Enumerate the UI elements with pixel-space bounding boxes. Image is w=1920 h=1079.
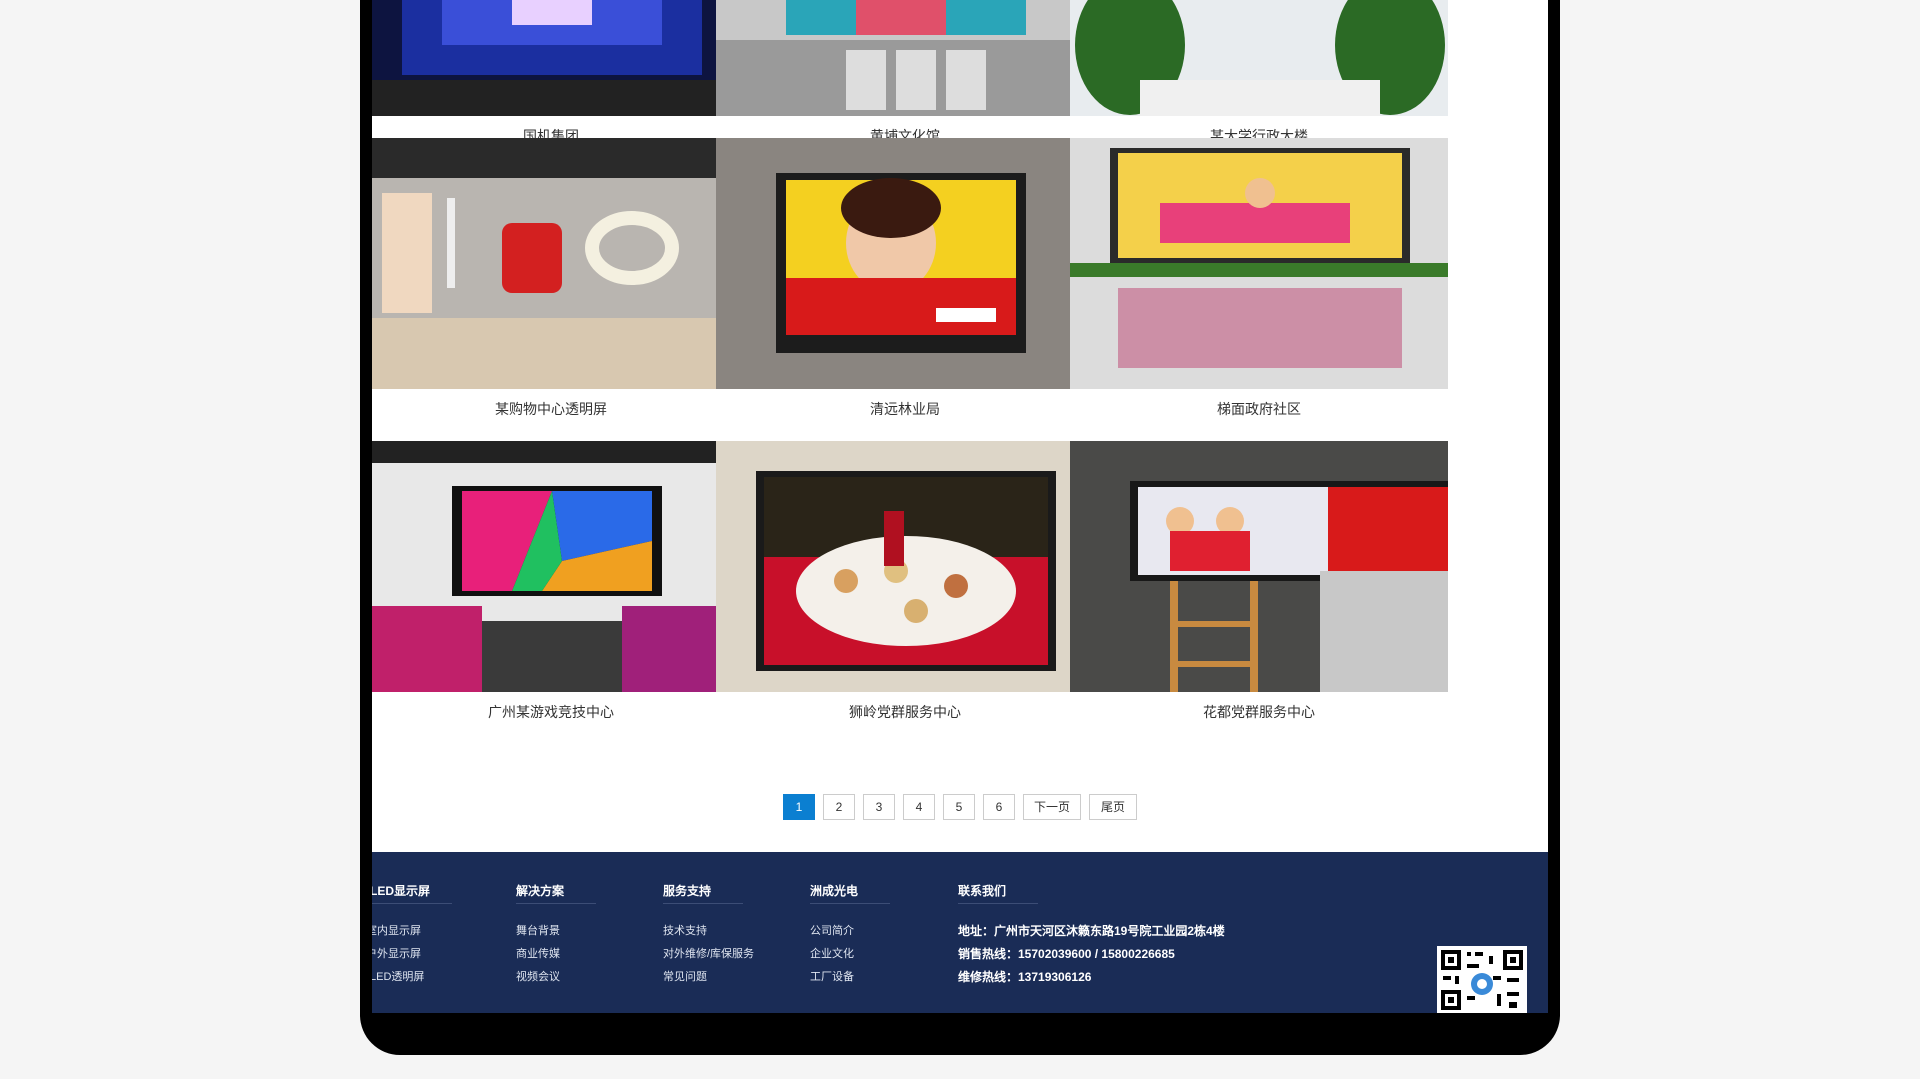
page-link-6[interactable]: 6 [983,794,1015,820]
case-image[interactable] [1070,0,1448,116]
case-item[interactable]: 国机集团 [372,0,740,146]
case-item[interactable]: 广州某游戏竞技中心 [372,441,740,722]
footer-divider [372,903,452,904]
footer-divider [663,903,743,904]
footer-divider [958,903,1038,904]
page-link-3[interactable]: 3 [863,794,895,820]
case-image[interactable] [372,138,740,389]
page-viewport: 国机集团 黄埔文化馆 某大学行政大楼 某购物中心透明屏 清远林业局 梯面政府社区… [372,0,1548,1013]
case-caption[interactable]: 狮岭党群服务中心 [716,702,1094,722]
case-item[interactable]: 黄埔文化馆 [716,0,1094,146]
footer-link[interactable]: 对外维修/库保服务 [663,945,754,961]
footer-link[interactable]: 公司简介 [810,922,854,938]
case-item[interactable]: 狮岭党群服务中心 [716,441,1094,722]
case-image[interactable] [372,441,740,692]
case-item[interactable]: 花都党群服务中心 [1070,441,1448,722]
footer-col-title[interactable]: 服务支持 [663,882,711,899]
footer-link[interactable]: 工厂设备 [810,968,854,984]
contact-sales-phone: 销售热线：15702039600 / 15800226685 [958,947,1175,961]
footer-col-title[interactable]: 解决方案 [516,882,564,899]
last-page-button[interactable]: 尾页 [1089,794,1137,820]
page-link-4[interactable]: 4 [903,794,935,820]
case-image[interactable] [716,441,1094,692]
case-image[interactable] [372,0,740,116]
case-caption[interactable]: 某购物中心透明屏 [372,399,740,419]
footer-link[interactable]: 户外显示屏 [372,945,421,961]
case-caption[interactable]: 梯面政府社区 [1070,399,1448,419]
next-page-button[interactable]: 下一页 [1023,794,1081,820]
case-image[interactable] [1070,138,1448,389]
footer-link[interactable]: 企业文化 [810,945,854,961]
footer-link[interactable]: 室内显示屏 [372,922,421,938]
site-footer: LED显示屏 室内显示屏 户外显示屏 LED透明屏 解决方案 舞台背景 商业传媒… [372,852,1548,1013]
footer-link[interactable]: 常见问题 [663,968,707,984]
contact-address: 地址：广州市天河区沐籁东路19号院工业园2栋4楼 [958,924,1225,938]
page-link-2[interactable]: 2 [823,794,855,820]
case-item[interactable]: 某大学行政大楼 [1070,0,1448,146]
footer-link[interactable]: 技术支持 [663,922,707,938]
pagination: 1 2 3 4 5 6 下一页 尾页 [372,794,1548,820]
footer-col-title[interactable]: 洲成光电 [810,882,858,899]
case-caption[interactable]: 花都党群服务中心 [1070,702,1448,722]
case-image[interactable] [716,138,1094,389]
case-image[interactable] [1070,441,1448,692]
footer-link[interactable]: 舞台背景 [516,922,560,938]
case-caption[interactable]: 广州某游戏竞技中心 [372,702,740,722]
footer-link[interactable]: 商业传媒 [516,945,560,961]
footer-divider [516,903,596,904]
contact-service-phone: 维修热线：13719306126 [958,970,1092,984]
footer-col-title[interactable]: 联系我们 [958,882,1006,899]
footer-col-title[interactable]: LED显示屏 [372,882,430,899]
page-link-5[interactable]: 5 [943,794,975,820]
footer-divider [810,903,890,904]
footer-link[interactable]: 视频会议 [516,968,560,984]
case-item[interactable]: 梯面政府社区 [1070,138,1448,419]
case-item[interactable]: 清远林业局 [716,138,1094,419]
footer-link[interactable]: LED透明屏 [372,968,424,984]
page-link-1[interactable]: 1 [783,794,815,820]
case-item[interactable]: 某购物中心透明屏 [372,138,740,419]
case-image[interactable] [716,0,1094,116]
device-frame: 国机集团 黄埔文化馆 某大学行政大楼 某购物中心透明屏 清远林业局 梯面政府社区… [360,0,1560,1055]
qr-code-icon [1437,946,1527,1013]
case-caption[interactable]: 清远林业局 [716,399,1094,419]
